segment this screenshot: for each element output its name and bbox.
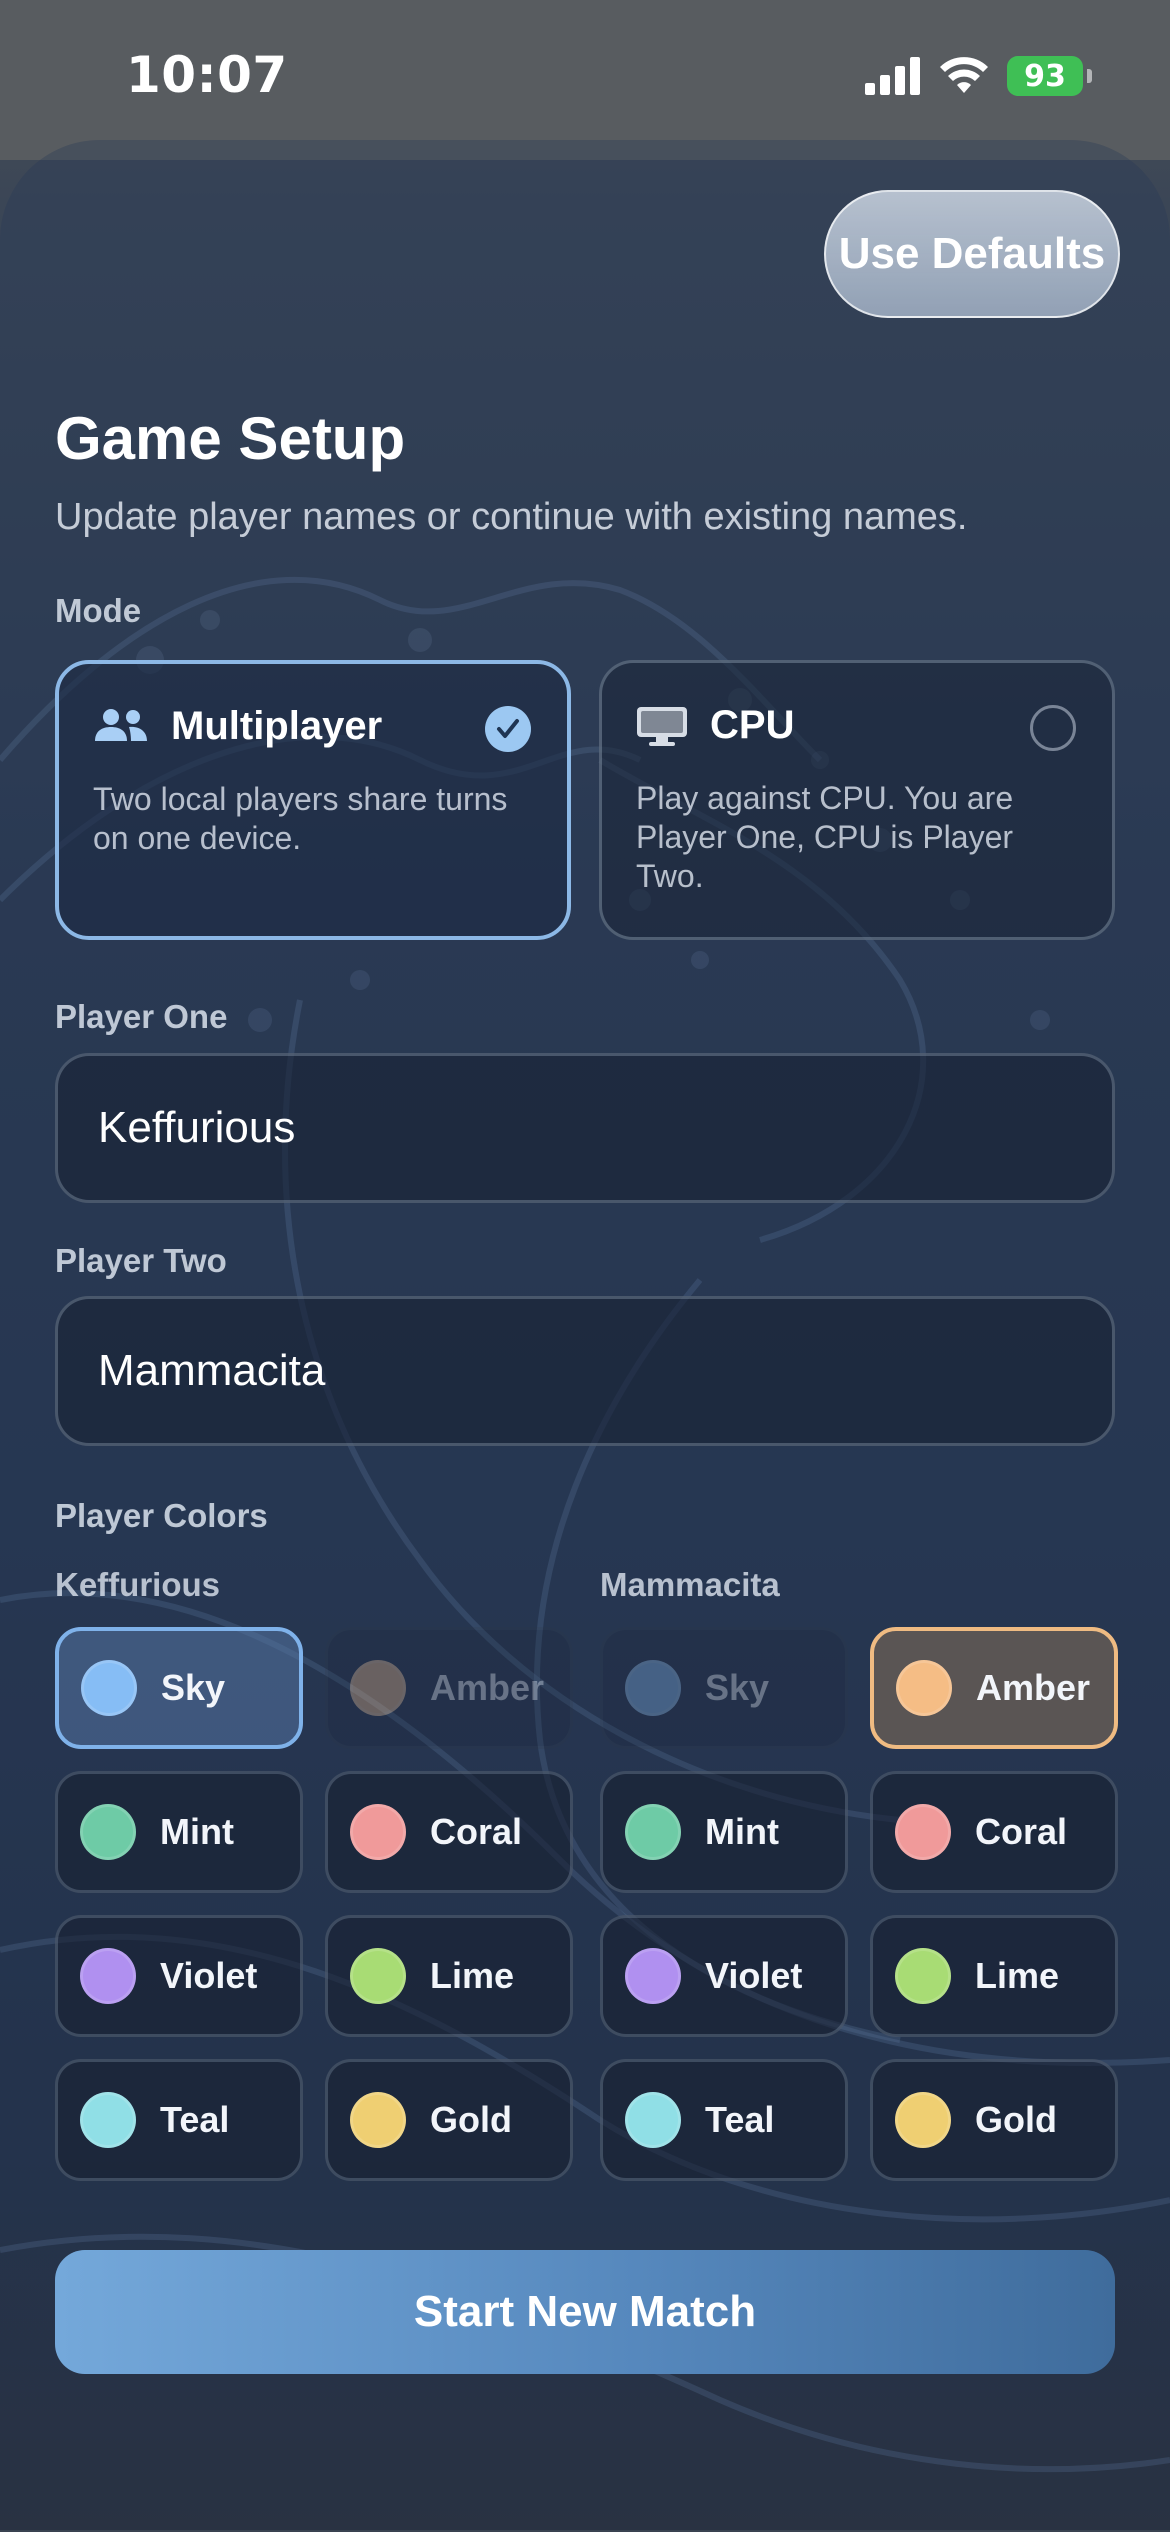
people-icon — [95, 708, 147, 741]
color-swatch-icon — [350, 2092, 406, 2148]
color-swatch-icon — [80, 1948, 136, 2004]
p1-color-chip-lime[interactable]: Lime — [325, 1915, 573, 2037]
p2-color-chip-amber[interactable]: Amber — [870, 1627, 1118, 1749]
color-chip-label: Amber — [430, 1667, 545, 1708]
page-title: Game Setup — [55, 405, 406, 472]
p1-color-chip-violet[interactable]: Violet — [55, 1915, 303, 2037]
color-chip-label: Gold — [430, 2099, 512, 2140]
battery-indicator: 93 — [1007, 56, 1092, 96]
player-one-color-label: Keffurious — [55, 1566, 220, 1603]
color-swatch-icon — [895, 1948, 951, 2004]
color-swatch-icon — [896, 1660, 952, 1716]
mode-option-cpu[interactable]: CPU Play against CPU. You are Player One… — [599, 660, 1115, 940]
monitor-icon — [637, 706, 687, 746]
mode-option-description: Two local players share turns on one dev… — [93, 781, 508, 856]
color-chip-label: Gold — [975, 2099, 1057, 2140]
player-colors-label: Player Colors — [55, 1497, 268, 1534]
color-chip-label: Amber — [976, 1667, 1091, 1708]
color-chip-label: Coral — [430, 1811, 523, 1852]
color-chip-label: Violet — [160, 1955, 258, 1996]
p2-color-chip-violet[interactable]: Violet — [600, 1915, 848, 2037]
mode-option-multiplayer[interactable]: Multiplayer Two local players share turn… — [55, 660, 571, 940]
selected-check-icon — [485, 706, 531, 752]
color-swatch-icon — [350, 1948, 406, 2004]
p2-color-chip-lime[interactable]: Lime — [870, 1915, 1118, 2037]
color-chip-label: Sky — [161, 1667, 226, 1708]
p2-color-chip-mint[interactable]: Mint — [600, 1771, 848, 1893]
color-chip-label: Lime — [430, 1955, 515, 1996]
mode-option-header: CPU — [636, 703, 794, 748]
color-chip-label: Teal — [160, 2099, 230, 2140]
color-swatch-icon — [80, 1804, 136, 1860]
player-two-color-label: Mammacita — [600, 1566, 780, 1603]
color-swatch-icon — [625, 1948, 681, 2004]
game-setup-content: Use Defaults Game Setup Update player na… — [0, 0, 1170, 2532]
color-chip-label: Sky — [705, 1667, 770, 1708]
start-new-match-button[interactable]: Start New Match — [55, 2250, 1115, 2374]
p2-color-chip-teal[interactable]: Teal — [600, 2059, 848, 2181]
p1-color-chip-teal[interactable]: Teal — [55, 2059, 303, 2181]
color-swatch-icon — [80, 2092, 136, 2148]
status-icons: 93 — [865, 56, 1092, 96]
use-defaults-button[interactable]: Use Defaults — [824, 190, 1120, 318]
color-chip-label: Coral — [975, 1811, 1068, 1852]
status-time: 10:07 — [126, 46, 288, 104]
player-one-name-field[interactable]: Keffurious — [55, 1053, 1115, 1203]
player-two-label: Player Two — [55, 1242, 227, 1279]
color-swatch-icon — [625, 1660, 681, 1716]
mode-option-header: Multiplayer — [93, 704, 382, 749]
color-swatch-icon — [895, 2092, 951, 2148]
color-chip-label: Teal — [705, 2099, 775, 2140]
color-chip-label: Mint — [705, 1811, 779, 1852]
mode-option-title: CPU — [710, 703, 795, 747]
wifi-icon — [940, 57, 988, 93]
status-bar: 10:07 93 — [0, 0, 1170, 140]
mode-label: Mode — [55, 592, 142, 629]
p1-color-chip-sky[interactable]: Sky — [55, 1627, 303, 1749]
p1-color-chip-amber: Amber — [325, 1627, 573, 1749]
color-chip-label: Mint — [160, 1811, 234, 1852]
p2-color-chip-gold[interactable]: Gold — [870, 2059, 1118, 2181]
color-swatch-icon — [350, 1804, 406, 1860]
p2-color-chip-sky: Sky — [600, 1627, 848, 1749]
p1-color-chip-coral[interactable]: Coral — [325, 1771, 573, 1893]
color-chip-label: Lime — [975, 1955, 1060, 1996]
color-swatch-icon — [895, 1804, 951, 1860]
mode-option-title: Multiplayer — [171, 704, 383, 748]
page-subtitle: Update player names or continue with exi… — [55, 496, 968, 538]
cellular-signal-icon — [865, 57, 920, 95]
player-one-label: Player One — [55, 998, 228, 1035]
p1-color-chip-gold[interactable]: Gold — [325, 2059, 573, 2181]
player-two-name-field[interactable]: Mammacita — [55, 1296, 1115, 1446]
p2-color-chip-coral[interactable]: Coral — [870, 1771, 1118, 1893]
mode-option-description: Play against CPU. You are Player One, CP… — [636, 780, 1014, 894]
color-swatch-icon — [81, 1660, 137, 1716]
battery-level: 93 — [1007, 56, 1083, 96]
color-swatch-icon — [625, 2092, 681, 2148]
color-swatch-icon — [625, 1804, 681, 1860]
unselected-radio-icon — [1030, 705, 1076, 751]
color-swatch-icon — [350, 1660, 406, 1716]
p1-color-chip-mint[interactable]: Mint — [55, 1771, 303, 1893]
battery-nub — [1087, 69, 1092, 83]
color-chip-label: Violet — [705, 1955, 803, 1996]
